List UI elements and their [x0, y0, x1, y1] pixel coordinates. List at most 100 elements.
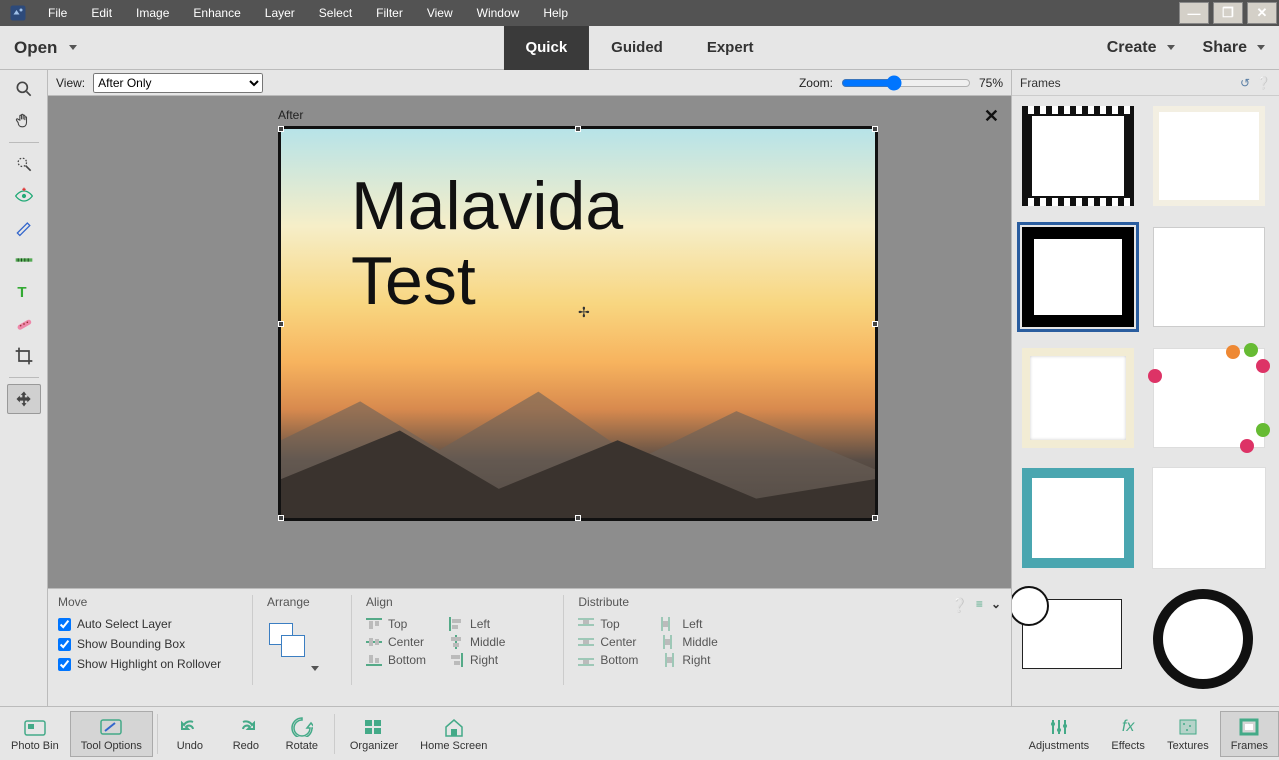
mode-tabs: Quick Guided Expert: [503, 26, 775, 70]
text-tool[interactable]: T: [7, 277, 41, 307]
distribute-center-button[interactable]: Center: [578, 635, 638, 649]
move-tool[interactable]: [7, 384, 41, 414]
mode-expert[interactable]: Expert: [685, 26, 776, 70]
auto-select-layer-checkbox[interactable]: Auto Select Layer: [58, 617, 238, 631]
rotate-button[interactable]: Rotate: [274, 711, 330, 757]
document-canvas[interactable]: Malavida Test ✢: [278, 126, 878, 521]
distribute-top-button[interactable]: Top: [578, 617, 638, 631]
menu-help[interactable]: Help: [531, 0, 580, 26]
menu-image[interactable]: Image: [124, 0, 181, 26]
menu-edit[interactable]: Edit: [79, 0, 124, 26]
effects-button[interactable]: fxEffects: [1100, 711, 1156, 757]
create-menu[interactable]: Create: [1093, 26, 1189, 69]
home-screen-button[interactable]: Home Screen: [409, 711, 498, 757]
open-label: Open: [14, 38, 57, 58]
close-button[interactable]: ✕: [1247, 2, 1277, 24]
resize-handle[interactable]: [575, 515, 581, 521]
adjustments-button[interactable]: Adjustments: [1018, 711, 1101, 757]
zoom-label: Zoom:: [799, 76, 833, 90]
action-bar: Open Quick Guided Expert Create Share: [0, 26, 1279, 70]
chevron-down-icon: [311, 666, 319, 671]
frame-thin[interactable]: [1153, 227, 1265, 327]
distribute-right-button[interactable]: Right: [660, 653, 717, 667]
arrange-button[interactable]: [267, 621, 311, 669]
eye-tool[interactable]: [7, 181, 41, 211]
frame-magnifier[interactable]: [1022, 599, 1122, 669]
spot-heal-tool[interactable]: [7, 309, 41, 339]
frame-stamp[interactable]: [1153, 468, 1265, 568]
frame-teal[interactable]: [1022, 468, 1134, 568]
show-bounding-box-checkbox[interactable]: Show Bounding Box: [58, 637, 238, 651]
view-select[interactable]: After Only: [93, 73, 263, 93]
distribute-bottom-button[interactable]: Bottom: [578, 653, 638, 667]
mode-quick[interactable]: Quick: [503, 26, 589, 70]
frame-circle[interactable]: [1153, 589, 1253, 689]
svg-text:T: T: [17, 284, 26, 301]
hand-tool[interactable]: [7, 106, 41, 136]
align-bottom-button[interactable]: Bottom: [366, 653, 426, 667]
align-center-button[interactable]: Center: [366, 635, 426, 649]
menu-select[interactable]: Select: [307, 0, 364, 26]
align-top-button[interactable]: Top: [366, 617, 426, 631]
organizer-button[interactable]: Organizer: [339, 711, 409, 757]
view-label: View:: [56, 76, 85, 90]
resize-handle[interactable]: [872, 321, 878, 327]
zoom-slider[interactable]: [841, 75, 971, 91]
chevron-down-icon: [1167, 45, 1175, 50]
zoom-tool[interactable]: [7, 74, 41, 104]
resize-handle[interactable]: [872, 515, 878, 521]
resize-handle[interactable]: [278, 321, 284, 327]
collapse-icon[interactable]: ⌄: [991, 597, 1001, 611]
maximize-button[interactable]: ❐: [1213, 2, 1243, 24]
tool-options-button[interactable]: Tool Options: [70, 711, 153, 757]
menu-layer[interactable]: Layer: [253, 0, 307, 26]
help-icon[interactable]: ❔: [1256, 76, 1271, 90]
view-bar: View: After Only Zoom: 75%: [48, 70, 1011, 96]
show-highlight-checkbox[interactable]: Show Highlight on Rollover: [58, 657, 238, 671]
distribute-middle-button[interactable]: Middle: [660, 635, 717, 649]
share-menu[interactable]: Share: [1189, 26, 1279, 69]
redo-button[interactable]: Redo: [218, 711, 274, 757]
tools-panel: T: [0, 70, 48, 706]
help-icon[interactable]: ❔: [950, 597, 967, 614]
frames-panel: Frames ↺ ❔: [1011, 70, 1279, 706]
crop-tool[interactable]: [7, 341, 41, 371]
resize-handle[interactable]: [278, 126, 284, 132]
canvas-text[interactable]: Malavida Test: [351, 169, 623, 319]
photo-bin-button[interactable]: Photo Bin: [0, 711, 70, 757]
canvas-stage[interactable]: ✕ After Malavida Test ✢: [48, 96, 1011, 588]
whiten-tool[interactable]: [7, 213, 41, 243]
menu-view[interactable]: View: [415, 0, 465, 26]
frame-flower[interactable]: [1153, 348, 1265, 448]
resize-handle[interactable]: [278, 515, 284, 521]
chevron-down-icon: [69, 45, 77, 50]
resize-handle[interactable]: [872, 126, 878, 132]
menu-filter[interactable]: Filter: [364, 0, 415, 26]
menu-enhance[interactable]: Enhance: [181, 0, 252, 26]
quick-select-tool[interactable]: [7, 149, 41, 179]
open-menu[interactable]: Open: [0, 26, 91, 69]
frame-film[interactable]: [1022, 106, 1134, 206]
straighten-tool[interactable]: [7, 245, 41, 275]
arrange-header: Arrange: [267, 595, 337, 609]
undo-button[interactable]: Undo: [162, 711, 218, 757]
frame-cream[interactable]: [1022, 348, 1134, 448]
minimize-button[interactable]: —: [1179, 2, 1209, 24]
panel-menu-icon[interactable]: ≡: [976, 597, 983, 611]
mode-guided[interactable]: Guided: [589, 26, 685, 70]
resize-handle[interactable]: [575, 126, 581, 132]
close-document-button[interactable]: ✕: [984, 106, 999, 127]
frames-button[interactable]: Frames: [1220, 711, 1279, 757]
distribute-left-button[interactable]: Left: [660, 617, 717, 631]
textures-button[interactable]: Textures: [1156, 711, 1220, 757]
frame-paper[interactable]: [1153, 106, 1265, 206]
menu-file[interactable]: File: [36, 0, 79, 26]
move-header: Move: [58, 595, 238, 609]
frame-black[interactable]: [1022, 227, 1134, 327]
reset-icon[interactable]: ↺: [1240, 76, 1250, 90]
align-middle-button[interactable]: Middle: [448, 635, 505, 649]
bottom-bar: Photo Bin Tool Options Undo Redo Rotate …: [0, 706, 1279, 760]
align-right-button[interactable]: Right: [448, 653, 505, 667]
align-left-button[interactable]: Left: [448, 617, 505, 631]
menu-window[interactable]: Window: [465, 0, 532, 26]
